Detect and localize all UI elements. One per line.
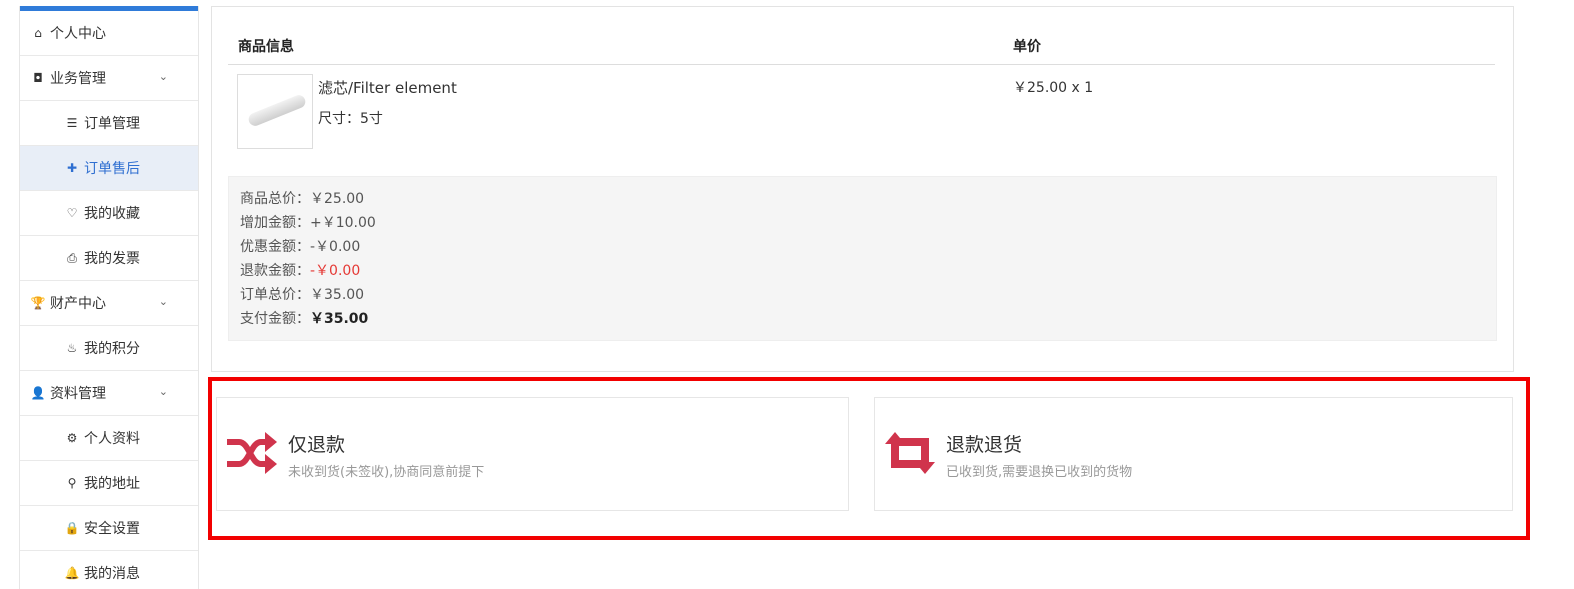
chevron-down-icon[interactable]: ⌄ [159,295,168,308]
summary-label: 退款金额： [240,263,310,279]
sidebar-item-label: 资料管理 [50,386,106,402]
col-header-price: 单价 [1013,39,1041,55]
sidebar-item-label: 我的地址 [84,476,140,492]
summary-value: ￥25.00 [310,191,365,207]
summary-label: 订单总价： [240,287,310,303]
summary-row: 退款金额：-￥0.00 [240,261,1496,285]
sidebar-item[interactable]: ⚲ 我的地址 [20,461,198,506]
sidebar-item[interactable]: ⌂ 个人中心 [20,11,198,56]
trophy-icon: 🏆 [30,296,46,310]
sidebar-item-label: 订单管理 [84,116,140,132]
order-panel: 商品信息 单价 滤芯/Filter element 尺寸：5寸 ￥25.00 x… [211,6,1514,372]
paid-amount-value: ￥35.00 [310,311,369,327]
chevron-down-icon[interactable]: ⌄ [159,385,168,398]
sidebar-item-label: 我的消息 [84,566,140,582]
sidebar-item[interactable]: ♨ 我的积分 [20,326,198,371]
user-icon: 👤 [30,386,46,400]
shuffle-icon [227,432,277,474]
cube-icon: ◘ [33,71,43,85]
sidebar-item-label: 我的收藏 [84,206,140,222]
lock-icon: 🔒 [64,521,80,535]
gear-icon: ⚙ [66,431,78,445]
sidebar-item-label: 个人资料 [84,431,140,447]
sidebar-item[interactable]: ✚ 订单售后 [20,146,198,191]
printer-icon: ⎙ [67,250,77,265]
sidebar-menu: ⌂ 个人中心 ◘ 业务管理 ⌄ ☰ 订单管理 ✚ 订单售后 ♡ 我的收藏 ⎙ 我的发票 🏆 财产中心 ⌄ ♨ 我的… [20,11,198,589]
product-price-qty: ￥25.00 x 1 [1013,80,1094,96]
refund-return-desc: 已收到货,需要退换已收到的货物 [946,465,1133,480]
product-name[interactable]: 滤芯/Filter element [318,77,457,98]
summary-label: 增加金额： [240,215,310,231]
summary-value: +￥10.00 [310,215,376,231]
sidebar-item-label: 我的发票 [84,251,140,267]
order-summary: 商品总价：￥25.00 增加金额：+￥10.00 优惠金额：-￥0.00 退款金… [228,176,1497,341]
fire-icon: ♨ [66,341,78,355]
sidebar-item[interactable]: 🔒 安全设置 [20,506,198,551]
refund-amount-value: -￥0.00 [310,263,361,279]
filter-image [246,93,308,128]
sidebar-item[interactable]: ◘ 业务管理 ⌄ [20,56,198,101]
sidebar-item-label: 个人中心 [50,26,106,42]
sidebar: ⌂ 个人中心 ◘ 业务管理 ⌄ ☰ 订单管理 ✚ 订单售后 ♡ 我的收藏 ⎙ 我的发票 🏆 财产中心 ⌄ ♨ 我的… [19,6,199,589]
bell-icon: 🔔 [64,566,80,580]
refund-only-option[interactable]: 仅退款 未收到货(未签收),协商同意前提下 [216,397,849,511]
summary-label: 支付金额： [240,311,310,327]
product-thumbnail[interactable] [237,74,313,149]
sidebar-item[interactable]: 🔔 我的消息 [20,551,198,589]
summary-label: 优惠金额： [240,239,310,255]
product-size: 尺寸：5寸 [318,111,383,127]
col-header-product: 商品信息 [238,39,294,55]
refund-only-title: 仅退款 [288,434,346,456]
summary-row: 支付金额：￥35.00 [240,309,1496,333]
sidebar-item-label: 我的积分 [84,341,140,357]
chevron-down-icon[interactable]: ⌄ [159,70,168,83]
refund-return-title: 退款退货 [946,434,1023,456]
summary-label: 商品总价： [240,191,310,207]
sidebar-item-label: 财产中心 [50,296,106,312]
refund-only-desc: 未收到货(未签收),协商同意前提下 [288,465,485,480]
sidebar-item[interactable]: 🏆 财产中心 ⌄ [20,281,198,326]
puzzle-icon: ✚ [66,161,78,175]
sidebar-item[interactable]: ☰ 订单管理 [20,101,198,146]
sidebar-item-label: 业务管理 [50,71,106,87]
retweet-icon [885,432,935,474]
sidebar-item-label: 订单售后 [84,161,140,177]
refund-return-option[interactable]: 退款退货 已收到货,需要退换已收到的货物 [874,397,1513,511]
header-divider [228,64,1495,65]
location-icon: ⚲ [67,476,77,490]
summary-row: 优惠金额：-￥0.00 [240,237,1496,261]
sidebar-item[interactable]: ⎙ 我的发票 [20,236,198,281]
sidebar-item[interactable]: ⚙ 个人资料 [20,416,198,461]
sidebar-item[interactable]: ♡ 我的收藏 [20,191,198,236]
summary-row: 订单总价：￥35.00 [240,285,1496,309]
summary-row: 增加金额：+￥10.00 [240,213,1496,237]
heart-icon: ♡ [66,206,78,220]
summary-value: -￥0.00 [310,239,361,255]
home-icon: ⌂ [34,26,42,40]
summary-value: ￥35.00 [310,287,365,303]
summary-row: 商品总价：￥25.00 [240,189,1496,213]
sidebar-item[interactable]: 👤 资料管理 ⌄ [20,371,198,416]
list-icon: ☰ [66,116,78,130]
sidebar-item-label: 安全设置 [84,521,140,537]
